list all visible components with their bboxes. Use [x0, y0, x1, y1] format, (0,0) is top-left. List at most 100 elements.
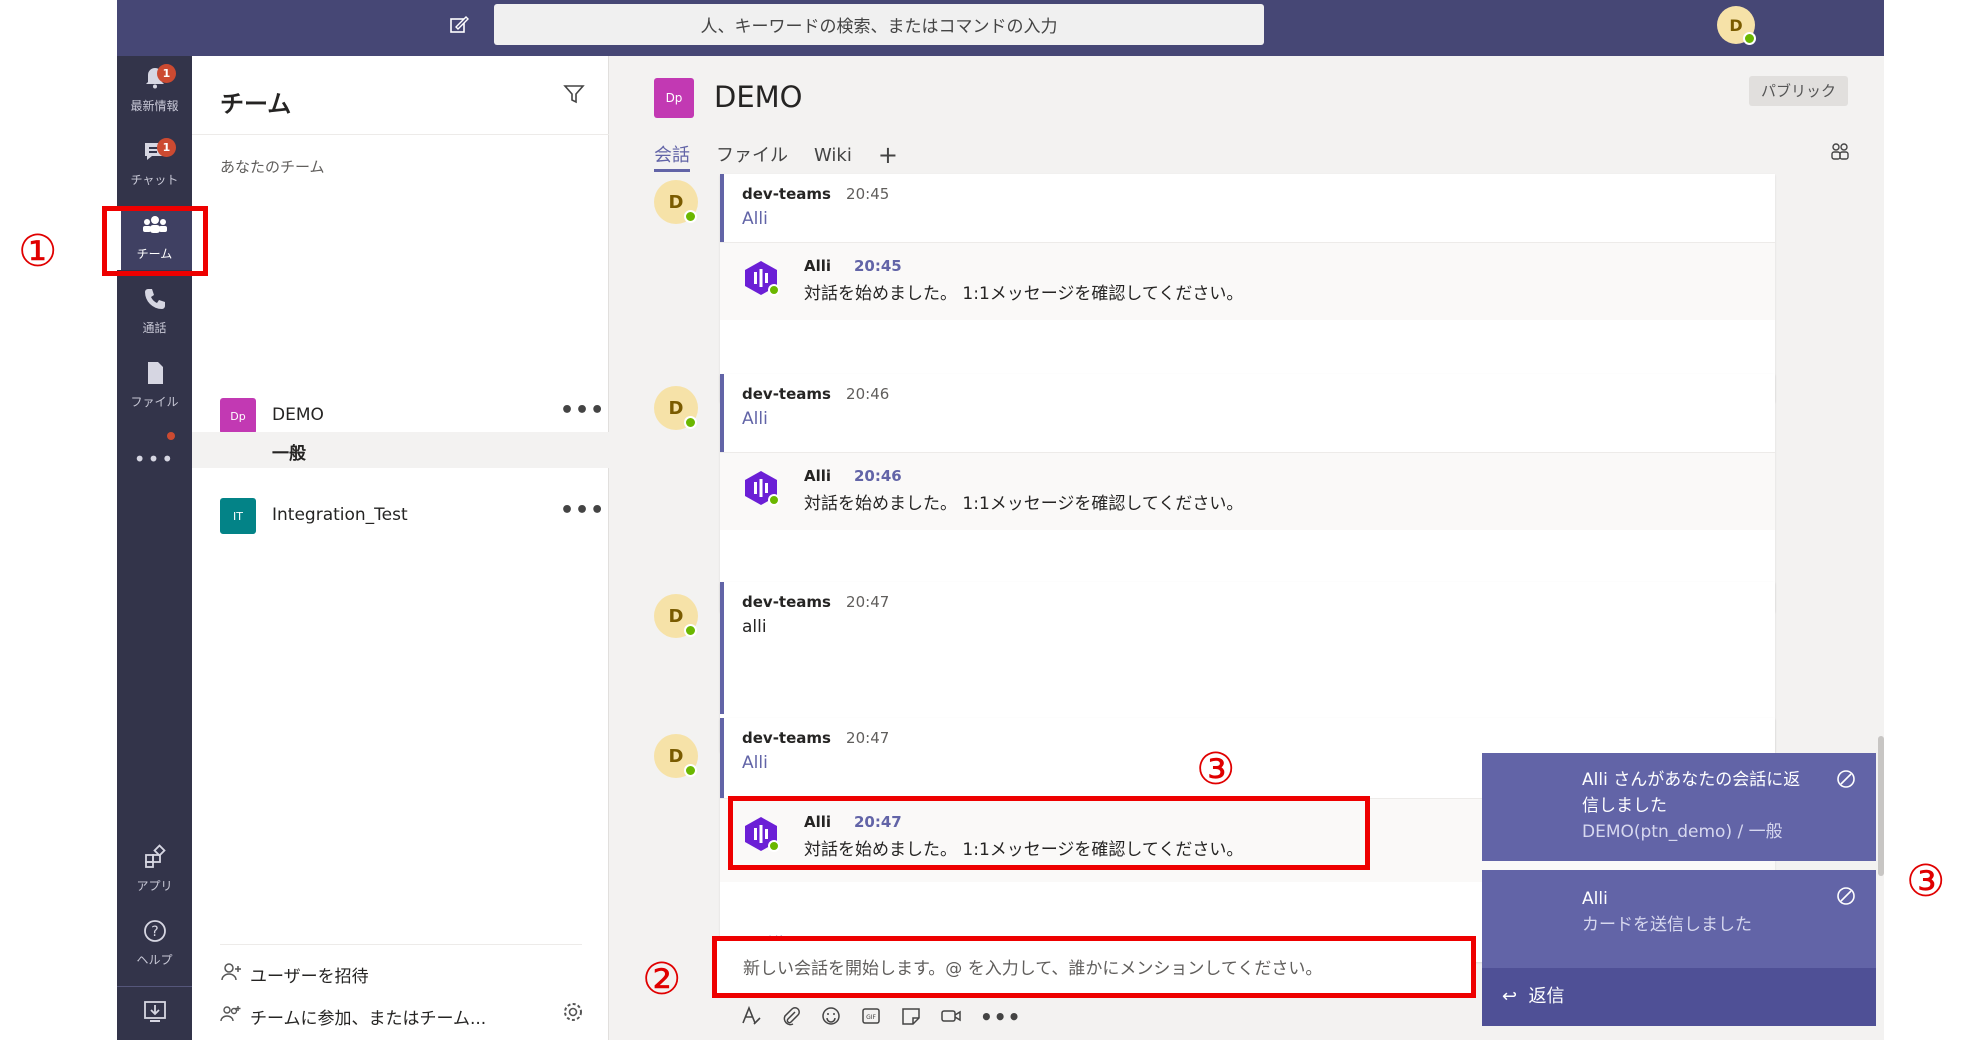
team-item-integration-test[interactable]: IT Integration_Test ••• — [192, 492, 609, 534]
dismiss-icon[interactable] — [1836, 886, 1856, 911]
reply-author: Alli — [804, 257, 832, 275]
annotation-number-2: ② — [642, 954, 682, 1005]
teams-panel: チーム あなたのチーム Dp DEMO ••• 一般 IT Integratio… — [192, 56, 609, 1040]
apps-icon — [117, 844, 192, 877]
presence-available-icon — [684, 416, 697, 429]
members-icon[interactable] — [1829, 142, 1851, 167]
notification-toast[interactable]: Alli カードを送信しました — [1482, 870, 1876, 968]
rail-label: ファイル — [130, 395, 179, 409]
notification-toast[interactable]: Alli さんがあなたの会話に返 信しました DEMO(ptn_demo) / … — [1482, 753, 1876, 861]
add-user-icon — [220, 962, 250, 987]
rail-label: 最新情報 — [130, 99, 179, 113]
reply-author: Alli — [804, 467, 832, 485]
channel-team-icon: Dp — [654, 78, 694, 118]
reply-time: 20:46 — [854, 467, 902, 485]
rail-activity[interactable]: 1 最新情報 — [117, 58, 192, 122]
rail-help[interactable]: ? ヘルプ — [117, 912, 192, 976]
annotation-box-reply — [728, 796, 1370, 870]
message-body[interactable]: Alli — [742, 409, 1775, 429]
message-root: dev-teams 20:46 Alli — [720, 374, 1775, 452]
team-item-demo[interactable]: Dp DEMO ••• — [192, 392, 609, 434]
chat-icon — [117, 138, 192, 171]
emoji-icon[interactable] — [820, 1005, 842, 1032]
join-team-link[interactable]: チームに参加、またはチーム... — [220, 1004, 486, 1029]
app-rail: 1 最新情報 1 チャット チーム 通話 ファイル ••• アプリ ? ヘルプ — [117, 56, 192, 1040]
format-icon[interactable] — [740, 1005, 762, 1032]
message-time: 20:47 — [846, 729, 890, 747]
invite-people-link[interactable]: ユーザーを招待 — [220, 962, 369, 987]
avatar: D — [654, 734, 698, 778]
meet-now-icon[interactable] — [940, 1005, 962, 1032]
tab-conversations[interactable]: 会話 — [654, 142, 690, 172]
sticker-icon[interactable] — [900, 1005, 922, 1032]
reply-arrow-icon: ↩ — [1502, 986, 1518, 1007]
gear-icon[interactable] — [562, 1001, 584, 1029]
annotation-box-teams — [102, 206, 208, 276]
annotation-box-compose — [712, 936, 1476, 998]
add-tab-button[interactable]: + — [878, 142, 898, 172]
toast-line: カードを送信しました — [1582, 915, 1752, 935]
more-options-icon[interactable]: ••• — [560, 398, 605, 423]
help-icon: ? — [117, 918, 192, 951]
scrollbar[interactable] — [1878, 736, 1884, 876]
toast-reply-button[interactable]: ↩ 返信 — [1482, 968, 1876, 1026]
rail-calls[interactable]: 通話 — [117, 280, 192, 344]
more-options-icon[interactable]: ••• — [560, 498, 605, 523]
your-teams-heading: あなたのチーム — [220, 158, 325, 176]
annotation-number-3: ③ — [1906, 856, 1946, 907]
message-author: dev-teams — [742, 185, 831, 203]
alli-bot-icon — [745, 471, 780, 506]
more-options-icon[interactable]: ••• — [980, 1005, 1021, 1032]
user-avatar[interactable]: D — [1717, 6, 1756, 45]
divider — [220, 944, 582, 945]
rail-label: ヘルプ — [136, 953, 173, 967]
team-icon: Dp — [220, 398, 256, 434]
rail-apps[interactable]: アプリ — [117, 838, 192, 902]
rail-files[interactable]: ファイル — [117, 354, 192, 418]
channel-item-general[interactable]: 一般 — [192, 432, 609, 468]
divider — [192, 134, 609, 135]
toast-source: DEMO(ptn_demo) / 一般 — [1582, 822, 1783, 842]
reply-text: 対話を始めました。 1:1メッセージを確認してください。 — [804, 284, 1244, 304]
message-body[interactable]: Alli — [742, 209, 1775, 229]
gif-icon[interactable]: GIF — [860, 1005, 882, 1032]
attach-icon[interactable] — [780, 1005, 802, 1032]
channel-name: 一般 — [272, 444, 306, 464]
presence-available-icon — [1743, 32, 1756, 45]
user-initial: D — [1729, 15, 1743, 35]
message-author: dev-teams — [742, 385, 831, 403]
dismiss-icon[interactable] — [1836, 769, 1856, 794]
rail-more[interactable]: ••• — [117, 428, 192, 492]
team-name: DEMO — [272, 405, 324, 425]
annotation-number-3: ③ — [1196, 744, 1236, 795]
download-icon — [117, 998, 192, 1031]
rail-download[interactable] — [117, 992, 192, 1040]
avatar: D — [654, 386, 698, 430]
svg-text:GIF: GIF — [866, 1014, 876, 1021]
avatar: D — [654, 594, 698, 638]
team-icon: IT — [220, 498, 256, 534]
message-root: dev-teams 20:45 Alli — [720, 174, 1775, 242]
message-thread: dev-teams 20:46 Alli Alli 20:46 対話を始めました… — [720, 374, 1775, 612]
rail-chat[interactable]: 1 チャット — [117, 132, 192, 196]
avatar-initial: D — [668, 191, 684, 213]
join-team-icon — [220, 1004, 250, 1029]
presence-available-icon — [684, 624, 697, 637]
filter-icon[interactable] — [562, 82, 586, 112]
toast-line: Alli さんがあなたの会話に返 — [1582, 770, 1801, 790]
compose-icon[interactable] — [447, 14, 471, 38]
notification-dot — [167, 432, 175, 440]
alli-bot-icon — [745, 261, 780, 296]
visibility-badge: パブリック — [1749, 76, 1849, 106]
message-time: 20:47 — [846, 593, 890, 611]
tab-wiki[interactable]: Wiki — [814, 142, 852, 172]
rail-label: チャット — [130, 173, 179, 187]
compose-toolbar: GIF ••• — [740, 1005, 1021, 1032]
avatar-initial: D — [668, 745, 684, 767]
tab-files[interactable]: ファイル — [716, 142, 788, 172]
search-input[interactable]: 人、キーワードの検索、またはコマンドの入力 — [494, 4, 1264, 45]
presence-available-icon — [684, 210, 697, 223]
toast-line: 信しました — [1582, 796, 1667, 816]
svg-text:?: ? — [151, 924, 158, 940]
message-body: alli — [742, 617, 767, 637]
